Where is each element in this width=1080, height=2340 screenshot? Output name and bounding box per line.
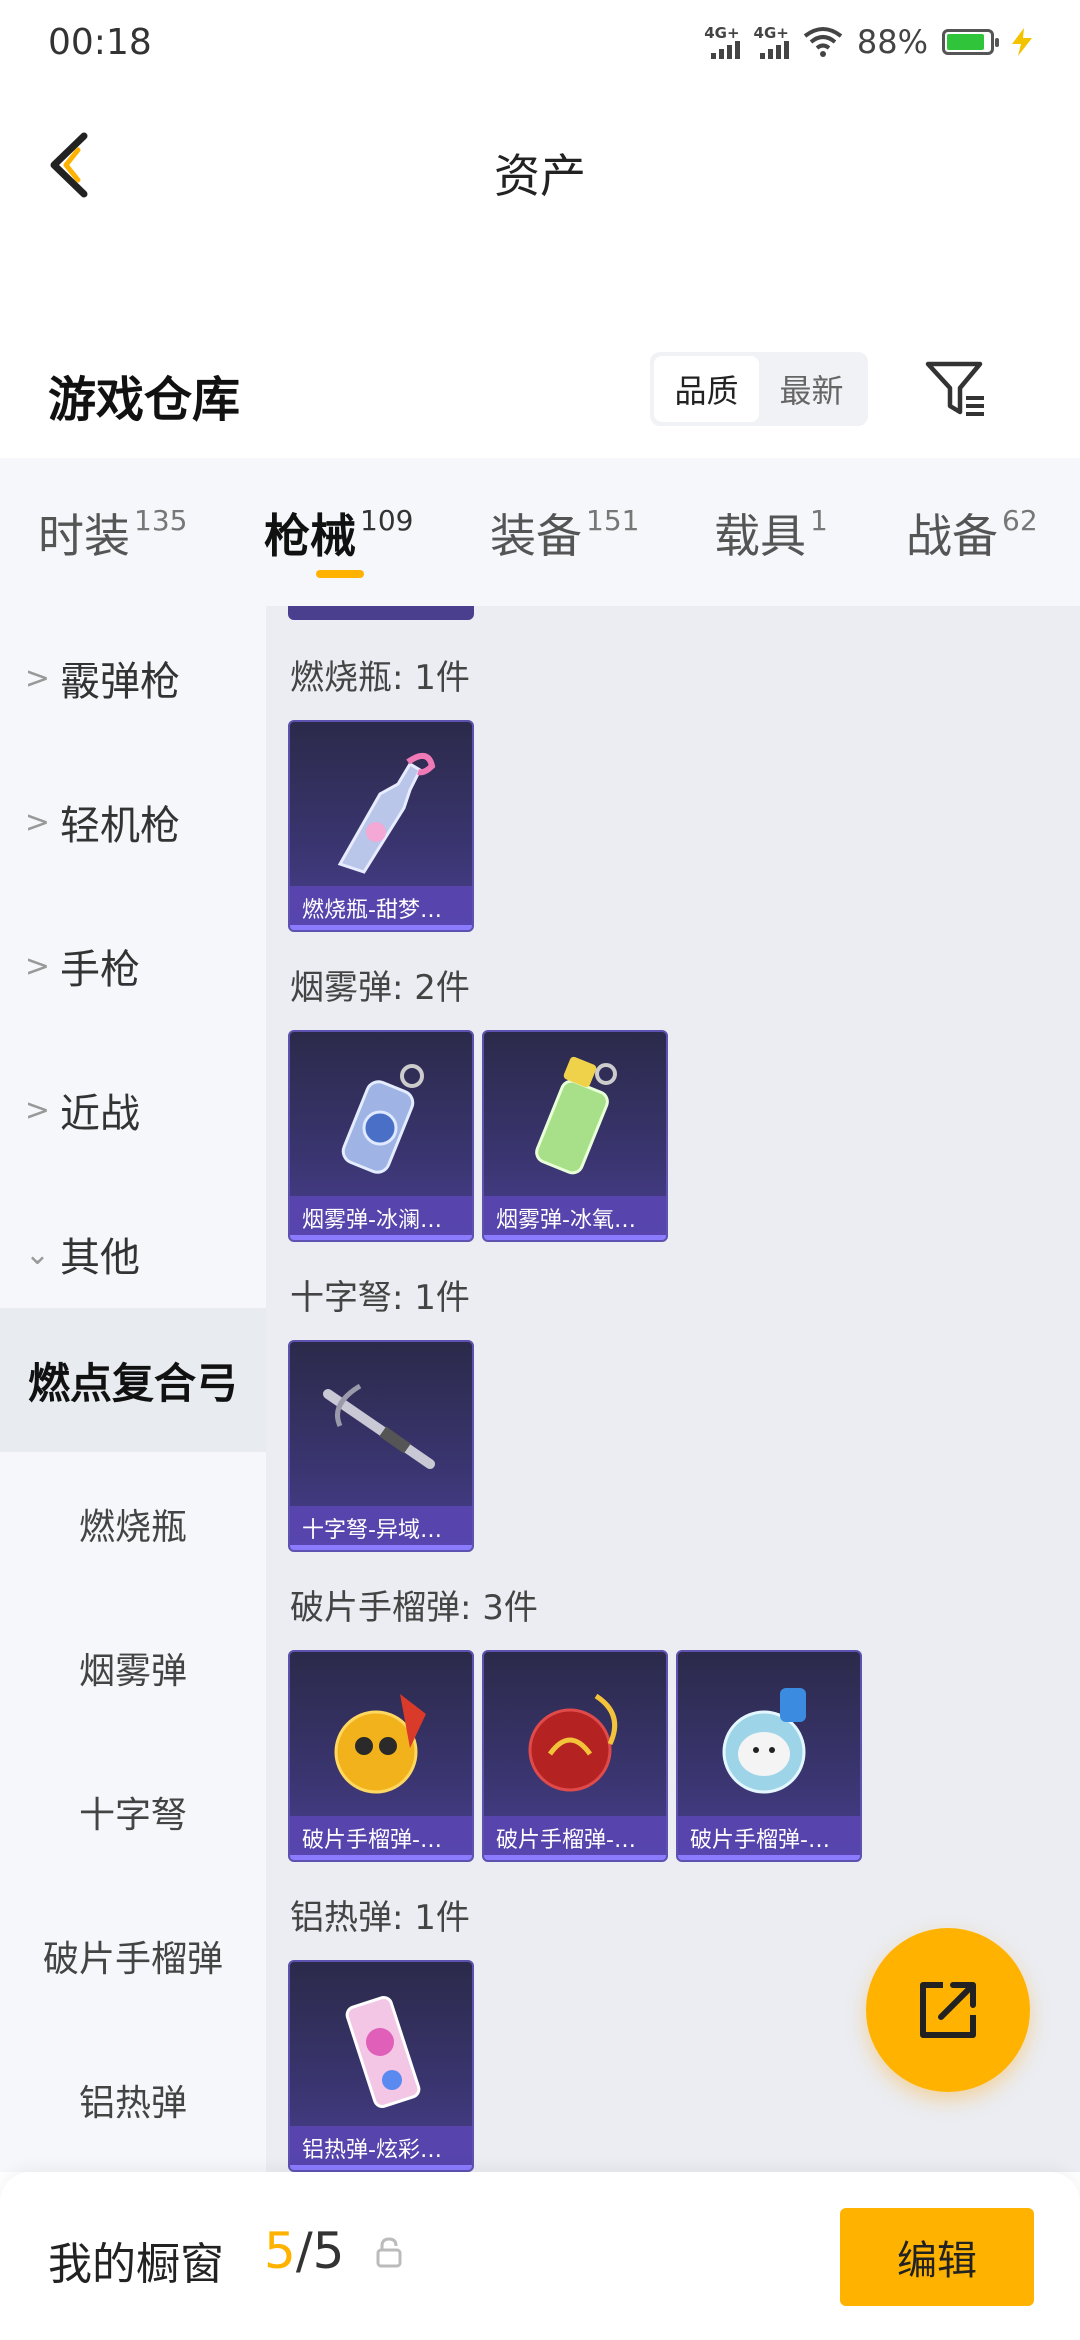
frag-grenade-icon: [722, 1688, 806, 1794]
section-title-frag: 破片手榴弹: 3件: [290, 1588, 538, 1628]
smoke-grenade-icon: [535, 1056, 617, 1175]
item-label: 燃烧瓶-甜梦…: [290, 886, 472, 930]
wifi-icon: [803, 27, 843, 57]
card-partial: [288, 606, 474, 620]
warehouse-title: 游戏仓库: [48, 372, 241, 428]
item-card[interactable]: 燃烧瓶-甜梦…: [288, 720, 474, 932]
sidebar: > 霰弹枪 > 轻机枪 > 手枪 > 近战 ⌄ 其他 燃点复合弓 燃烧瓶 烟雾弹 十字弩 …: [0, 606, 266, 2172]
filter-icon[interactable]: [922, 356, 988, 422]
chevron-right-icon: >: [24, 804, 50, 840]
sidebar-item-pistol[interactable]: > 手枪: [0, 894, 266, 1038]
cellular-signal-icon: 4G+: [704, 25, 740, 59]
sidebar-item-molotov[interactable]: 燃烧瓶: [0, 1452, 266, 1596]
sort-toggle: 品质 最新: [650, 352, 868, 426]
sort-newest-button[interactable]: 最新: [759, 356, 864, 422]
tab-vehicles[interactable]: 载具 1: [714, 500, 828, 566]
external-link-icon: [920, 1982, 976, 2038]
item-card[interactable]: 破片手榴弹-…: [676, 1650, 862, 1862]
item-label: 破片手榴弹-…: [484, 1816, 666, 1860]
item-card[interactable]: 铝热弹-炫彩…: [288, 1960, 474, 2172]
frag-grenade-icon: [528, 1693, 618, 1792]
share-button[interactable]: [866, 1928, 1030, 2092]
tab-firearms[interactable]: 枪械 109: [264, 500, 413, 566]
smoke-grenade-icon: [341, 1064, 424, 1174]
showcase-title: 我的橱窗: [48, 2239, 224, 2290]
section-title-smoke: 烟雾弹: 2件: [290, 968, 470, 1008]
status-bar: 00:18 4G+ 4G+ 88%: [0, 0, 1080, 84]
page-title: 资产: [494, 149, 586, 203]
tab-supplies[interactable]: 战备 62: [906, 500, 1038, 566]
tab-fashion[interactable]: 时装 135: [38, 500, 187, 566]
item-card[interactable]: 破片手榴弹-…: [288, 1650, 474, 1862]
section-title-crossbow: 十字弩: 1件: [290, 1278, 470, 1318]
item-label: 十字弩-异域…: [290, 1506, 472, 1550]
sidebar-item-lmg[interactable]: > 轻机枪: [0, 750, 266, 894]
chevron-right-icon: >: [24, 660, 50, 696]
item-label: 破片手榴弹-…: [290, 1816, 472, 1860]
active-tab-indicator: [316, 570, 364, 578]
battery-icon: [942, 29, 999, 55]
thermite-grenade-icon: [345, 1996, 421, 2108]
tab-equipment[interactable]: 装备 151: [490, 500, 639, 566]
sidebar-item-thermite[interactable]: 铝热弹: [0, 2028, 266, 2172]
sidebar-item-smoke[interactable]: 烟雾弹: [0, 1596, 266, 1740]
showcase-count: 5/5: [264, 2222, 345, 2280]
battery-percent: 88%: [856, 23, 928, 61]
item-card[interactable]: 破片手榴弹-…: [482, 1650, 668, 1862]
item-label: 烟雾弹-冰澜…: [290, 1196, 472, 1240]
showcase-bar: 我的橱窗 5/5 编辑: [0, 2172, 1080, 2340]
charging-icon: [1012, 28, 1032, 56]
warehouse-header: 游戏仓库 品质 最新: [0, 340, 1080, 450]
item-card[interactable]: 十字弩-异域…: [288, 1340, 474, 1552]
sidebar-item-shotgun[interactable]: > 霰弹枪: [0, 606, 266, 750]
sort-quality-button[interactable]: 品质: [654, 356, 759, 422]
item-card[interactable]: 烟雾弹-冰氧…: [482, 1030, 668, 1242]
status-icons: 4G+ 4G+ 88%: [704, 23, 1036, 61]
section-title-molotov: 燃烧瓶: 1件: [290, 658, 470, 698]
section-title-thermite: 铝热弹: 1件: [290, 1898, 470, 1938]
item-label: 烟雾弹-冰氧…: [484, 1196, 666, 1240]
chevron-down-icon: ⌄: [24, 1236, 50, 1272]
cellular-signal-icon-2: 4G+: [754, 25, 789, 59]
sidebar-item-frag-grenade[interactable]: 破片手榴弹: [0, 1884, 266, 2028]
molotov-icon: [337, 753, 436, 874]
sidebar-item-crossbow[interactable]: 十字弩: [0, 1740, 266, 1884]
sidebar-item-melee[interactable]: > 近战: [0, 1038, 266, 1182]
app-header: 资产: [0, 90, 1080, 240]
sidebar-item-other[interactable]: ⌄ 其他: [0, 1182, 266, 1326]
frag-grenade-icon: [334, 1694, 426, 1794]
crossbow-icon: [323, 1383, 435, 1469]
item-card[interactable]: 烟雾弹-冰澜…: [288, 1030, 474, 1242]
edit-button[interactable]: 编辑: [840, 2208, 1034, 2306]
sidebar-item-compound-bow[interactable]: 燃点复合弓: [0, 1308, 266, 1452]
item-label: 铝热弹-炫彩…: [290, 2126, 472, 2170]
chevron-right-icon: >: [24, 1092, 50, 1128]
status-time: 00:18: [48, 21, 152, 63]
lock-icon: [376, 2237, 402, 2268]
chevron-right-icon: >: [24, 948, 50, 984]
item-label: 破片手榴弹-…: [678, 1816, 860, 1860]
category-tabs: 时装 135 枪械 109 装备 151 载具 1 战备 62: [0, 458, 1080, 606]
